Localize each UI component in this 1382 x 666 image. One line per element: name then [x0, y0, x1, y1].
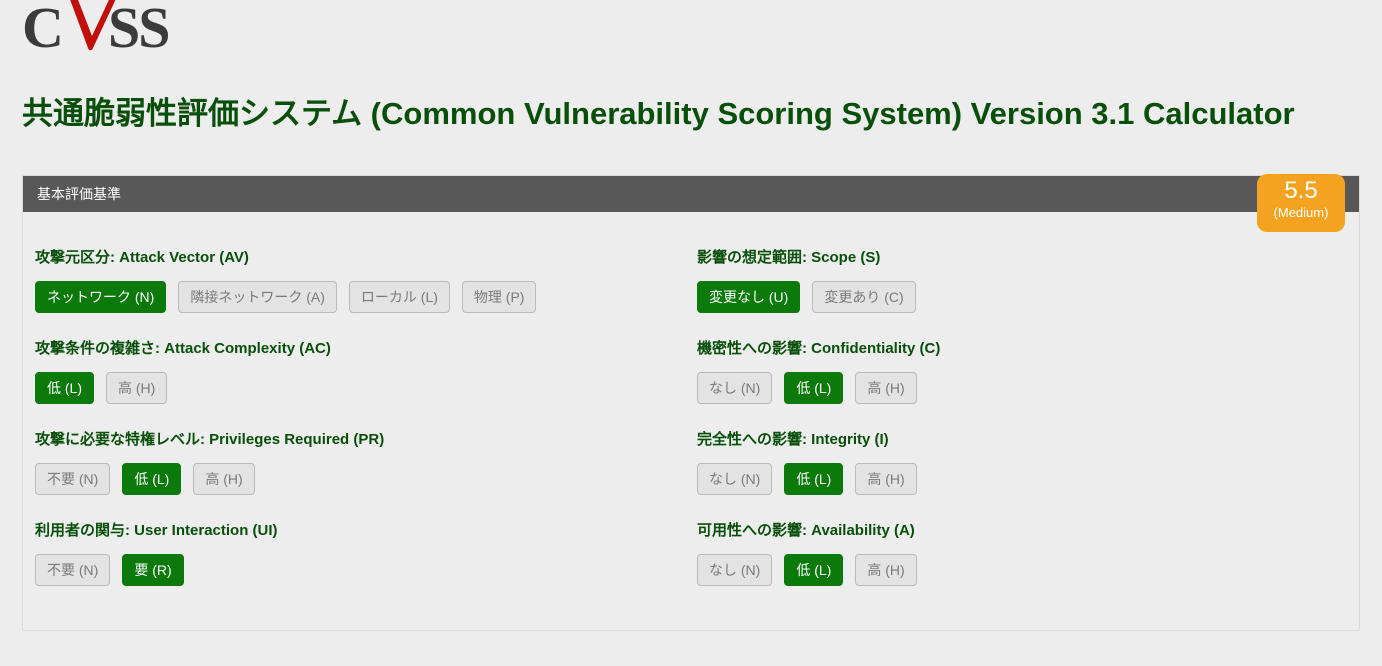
- metric-group: 攻撃条件の複雑さ: Attack Complexity (AC) 低 (L) 高 (…: [35, 337, 685, 404]
- metric-title: 完全性への影響: Integrity (I): [697, 428, 1347, 449]
- metric-option[interactable]: 低 (L): [35, 372, 94, 404]
- metric-options: 不要 (N) 要 (R): [35, 554, 685, 586]
- metric-option[interactable]: 不要 (N): [35, 554, 110, 586]
- metric-title: 影響の想定範囲: Scope (S): [697, 246, 1347, 267]
- metric-group: 影響の想定範囲: Scope (S) 変更なし (U) 変更あり (C): [697, 246, 1347, 313]
- metric-option[interactable]: 要 (R): [122, 554, 183, 586]
- metric-options: 不要 (N) 低 (L) 高 (H): [35, 463, 685, 495]
- metric-option[interactable]: 隣接ネットワーク (A): [178, 281, 337, 313]
- metric-option[interactable]: なし (N): [697, 463, 772, 495]
- metric-option[interactable]: 不要 (N): [35, 463, 110, 495]
- logo-text-c: C: [22, 0, 62, 61]
- metric-title: 可用性への影響: Availability (A): [697, 519, 1347, 540]
- metric-option[interactable]: 高 (H): [855, 372, 916, 404]
- metric-option[interactable]: 高 (H): [855, 463, 916, 495]
- metric-title: 攻撃に必要な特権レベル: Privileges Required (PR): [35, 428, 685, 449]
- metric-group: 完全性への影響: Integrity (I) なし (N) 低 (L) 高 (H): [697, 428, 1347, 495]
- metric-options: なし (N) 低 (L) 高 (H): [697, 554, 1347, 586]
- metric-title: 攻撃元区分: Attack Vector (AV): [35, 246, 685, 267]
- metric-title: 利用者の関与: User Interaction (UI): [35, 519, 685, 540]
- metric-title: 機密性への影響: Confidentiality (C): [697, 337, 1347, 358]
- panel-header: 基本評価基準 5.5 (Medium): [23, 176, 1359, 212]
- metric-option[interactable]: 低 (L): [784, 554, 843, 586]
- panel-title: 基本評価基準: [37, 186, 121, 202]
- metric-options: なし (N) 低 (L) 高 (H): [697, 372, 1347, 404]
- metric-option[interactable]: ネットワーク (N): [35, 281, 166, 313]
- metric-option[interactable]: 高 (H): [193, 463, 254, 495]
- score-value: 5.5: [1257, 178, 1345, 204]
- score-severity: (Medium): [1257, 205, 1345, 220]
- metric-option[interactable]: ローカル (L): [349, 281, 450, 313]
- metric-option[interactable]: 変更あり (C): [812, 281, 915, 313]
- metric-option[interactable]: 低 (L): [122, 463, 181, 495]
- page-title: 共通脆弱性評価システム (Common Vulnerability Scorin…: [22, 92, 1360, 135]
- metric-group: 利用者の関与: User Interaction (UI) 不要 (N) 要 (R): [35, 519, 685, 586]
- cvss-logo: C SS: [22, 0, 172, 58]
- metric-option[interactable]: 低 (L): [784, 372, 843, 404]
- metric-group: 機密性への影響: Confidentiality (C) なし (N) 低 (L) 高…: [697, 337, 1347, 404]
- metric-group: 可用性への影響: Availability (A) なし (N) 低 (L) 高 (H…: [697, 519, 1347, 586]
- metric-option[interactable]: 変更なし (U): [697, 281, 800, 313]
- metric-option[interactable]: 高 (H): [106, 372, 167, 404]
- metric-options: 変更なし (U) 変更あり (C): [697, 281, 1347, 313]
- metric-option[interactable]: なし (N): [697, 554, 772, 586]
- metric-option[interactable]: なし (N): [697, 372, 772, 404]
- logo-text-ss: SS: [108, 0, 169, 61]
- metric-option[interactable]: 高 (H): [855, 554, 916, 586]
- metric-title: 攻撃条件の複雑さ: Attack Complexity (AC): [35, 337, 685, 358]
- metric-group: 攻撃に必要な特権レベル: Privileges Required (PR) 不要 …: [35, 428, 685, 495]
- metric-option[interactable]: 物理 (P): [462, 281, 537, 313]
- metric-group: 攻撃元区分: Attack Vector (AV) ネットワーク (N) 隣接ネット…: [35, 246, 685, 313]
- metric-options: なし (N) 低 (L) 高 (H): [697, 463, 1347, 495]
- score-badge: 5.5 (Medium): [1257, 174, 1345, 232]
- metric-options: ネットワーク (N) 隣接ネットワーク (A) ローカル (L) 物理 (P): [35, 281, 685, 313]
- base-metrics-panel: 基本評価基準 5.5 (Medium) 攻撃元区分: Attack Vector…: [22, 175, 1360, 631]
- metric-options: 低 (L) 高 (H): [35, 372, 685, 404]
- metric-option[interactable]: 低 (L): [784, 463, 843, 495]
